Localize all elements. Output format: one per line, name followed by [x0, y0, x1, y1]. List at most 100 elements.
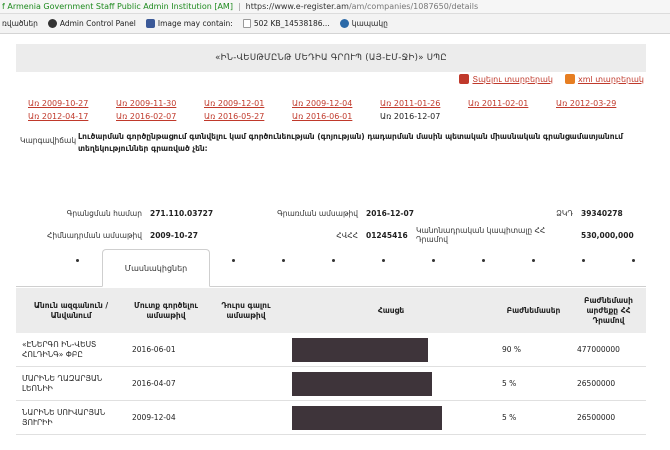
redacted-address: [292, 371, 432, 396]
tab-dot[interactable]: [332, 259, 335, 262]
date-link[interactable]: Առ 2012-04-17: [28, 112, 116, 121]
tab-participants[interactable]: Մասնակիցներ: [102, 249, 210, 287]
bookmark-label: 502 KB_14538186...: [253, 19, 330, 28]
status-label: Կարգավիճակ: [20, 136, 77, 145]
column-header: Դուրս գալու ամսաթիվ: [221, 300, 271, 320]
share-value: 477000000: [577, 344, 620, 354]
date-link[interactable]: Առ 2011-02-01: [468, 99, 556, 108]
date-link[interactable]: Առ 2012-03-29: [556, 99, 644, 108]
participant-name: «ԷՆԵՐԳՈ ԻՆ-ՎԵՍՏ ՀՈԼԴԻՆԳ» ՓԲԸ: [22, 339, 97, 359]
xml-version-link[interactable]: xml տարբերակ: [564, 74, 644, 84]
bookmark-label: կապակը: [351, 19, 388, 28]
tab-participants-label: Մասնակիցներ: [124, 263, 188, 273]
date-link[interactable]: Առ 2009-12-04: [292, 99, 380, 108]
redacted-address: [292, 337, 428, 362]
table-row: ՆԱՐԻՆԵ ՍՈՒՎԱՐՅԱՆ ՅՈՒՐԻԻ 2009-12-04 5 % 2…: [16, 401, 646, 435]
info-row: Հիմնադրման ամսաթիվ 2009-10-27 ՀՎՀՀ 01245…: [16, 224, 646, 246]
share-percent: 90 %: [502, 344, 522, 354]
tab-dot[interactable]: [532, 259, 535, 262]
date-link[interactable]: Առ 2009-12-01: [204, 99, 292, 108]
table-row: «ԷՆԵՐԳՈ ԻՆ-ՎԵՍՏ ՀՈԼԴԻՆԳ» ՓԲԸ 2016-06-01 …: [16, 333, 646, 367]
column-header: Անուն ազգանուն / Անվանում: [33, 300, 109, 320]
table-row: ՄԱՐԻՆԵ ՂԱԶԱՐՅԱՆ ԼԵՈՆԻԻ 2016-04-07 5 % 26…: [16, 367, 646, 401]
redacted-address: [292, 405, 442, 430]
participants-table: Անուն ազգանուն / Անվանում Մուտք գործելու…: [16, 288, 646, 435]
tax-code-value: 39340278: [581, 208, 623, 218]
bookmark-globe[interactable]: կապակը: [339, 19, 388, 28]
bookmark-label: Admin Control Panel: [59, 19, 136, 28]
column-header: Բաժնեմասեր: [506, 305, 561, 315]
participant-name: ՆԱՐԻՆԵ ՍՈՒՎԱՐՅԱՆ ՅՈՒՐԻԻ: [22, 407, 106, 427]
tab-dot[interactable]: [482, 259, 485, 262]
column-header: Մուտք գործելու ամսաթիվ: [134, 300, 198, 320]
address-cell: [286, 371, 496, 396]
status-value: Լուծարման գործընթացում գտնվելու կամ գործ…: [78, 132, 623, 153]
history-dates: Առ 2009-10-27 Առ 2009-11-30 Առ 2009-12-0…: [28, 97, 644, 123]
bookmarks-bar: ռվածներ Admin Control Panel Image may co…: [0, 14, 670, 34]
globe-icon: [339, 19, 349, 28]
address-separator: |: [237, 2, 241, 11]
founding-date-label: Հիմնադրման ամսաթիվ: [46, 230, 142, 240]
company-info-grid: Գրանցման համար 271.110.03727 Գրառման ամս…: [16, 202, 646, 246]
bookmark-file[interactable]: 502 KB_14538186...: [242, 19, 330, 28]
date-link[interactable]: Առ 2016-02-07: [116, 112, 204, 121]
site-identity[interactable]: f Armenia Government Staff Public Admin …: [0, 2, 233, 11]
share-percent: 5 %: [502, 378, 517, 388]
date-link[interactable]: Առ 2011-01-26: [380, 99, 468, 108]
status-section: Կարգավիճակ Լուծարման գործընթացում գտնվել…: [20, 131, 644, 155]
tab-dot[interactable]: [282, 259, 285, 262]
date-link[interactable]: Առ 2009-10-27: [28, 99, 116, 108]
reg-number-label: Գրանցման համար: [66, 208, 142, 218]
founding-date-value: 2009-10-27: [150, 230, 198, 240]
date-link[interactable]: Առ 2016-05-27: [204, 112, 292, 121]
tab-dot[interactable]: [76, 259, 79, 262]
current-date: Առ 2016-12-07: [380, 112, 441, 121]
tin-label: ՀՎՀՀ: [336, 230, 358, 240]
address-cell: [286, 405, 496, 430]
xml-version-label: xml տարբերակ: [577, 74, 644, 84]
download-options: Տպելու տարբերակ xml տարբերակ: [459, 74, 644, 84]
file-icon: [242, 19, 251, 28]
record-date-value: 2016-12-07: [366, 208, 414, 218]
print-version-link[interactable]: Տպելու տարբերակ: [459, 74, 553, 84]
capital-value: 530,000,000: [581, 230, 634, 240]
share-percent: 5 %: [502, 412, 517, 422]
column-header: Բաժնեմասի արժեքը ՀՀ Դրամով: [584, 295, 633, 325]
print-version-label: Տպելու տարբերակ: [472, 74, 553, 84]
url-text[interactable]: https://www.e-register.am/am/companies/1…: [246, 2, 479, 11]
url-host: https://www.e-register.am: [245, 2, 349, 11]
bookmark-folder[interactable]: ռվածներ: [2, 19, 38, 28]
entry-date: 2009-12-04: [132, 412, 176, 422]
reg-number-value: 271.110.03727: [150, 208, 214, 218]
tab-dot[interactable]: [582, 259, 585, 262]
record-date-label: Գրառման ամսաթիվ: [277, 208, 358, 218]
address-bar[interactable]: f Armenia Government Staff Public Admin …: [0, 0, 670, 14]
section-tabs: Մասնակիցներ: [16, 249, 646, 287]
tab-dot[interactable]: [432, 259, 435, 262]
table-header: Անուն ազգանուն / Անվանում Մուտք գործելու…: [16, 288, 646, 333]
tax-code-label: ՁԿԴ: [556, 208, 573, 218]
bookmark-label: Image may contain:: [157, 19, 233, 28]
entry-date: 2016-04-07: [132, 378, 176, 388]
address-cell: [286, 337, 496, 362]
company-title: «ԻՆ-ՎԵՍԹՄԸՆԹ ՄԵԴԻԱ ԳՐՈՒՊ (ԱՅ-ԷՄ-ՋԻ)» ՍՊԸ: [215, 53, 447, 63]
date-link[interactable]: Առ 2016-06-01: [292, 112, 380, 121]
dates-row: Առ 2009-10-27 Առ 2009-11-30 Առ 2009-12-0…: [28, 97, 644, 110]
entry-date: 2016-06-01: [132, 344, 176, 354]
dates-row: Առ 2012-04-17 Առ 2016-02-07 Առ 2016-05-2…: [28, 110, 644, 123]
company-details-page: «ԻՆ-ՎԵՍԹՄԸՆԹ ՄԵԴԻԱ ԳՐՈՒՊ (ԱՅ-ԷՄ-ՋԻ)» ՍՊԸ…: [16, 34, 646, 450]
tab-dot[interactable]: [382, 259, 385, 262]
tab-dot[interactable]: [632, 259, 635, 262]
printer-icon: [459, 74, 470, 84]
url-path: /am/companies/1087650/details: [348, 2, 479, 11]
participant-name: ՄԱՐԻՆԵ ՂԱԶԱՐՅԱՆ ԼԵՈՆԻԻ: [22, 373, 103, 393]
date-link[interactable]: Առ 2009-11-30: [116, 99, 204, 108]
bookmark-facebook-image[interactable]: Image may contain:: [145, 19, 233, 28]
tin-value: 01245416: [366, 230, 408, 240]
facebook-icon: [145, 19, 155, 28]
capital-label: Կանոնադրական կապիտալը ՀՀ Դրամով: [416, 226, 546, 244]
company-title-bar: «ԻՆ-ՎԵՍԹՄԸՆԹ ՄԵԴԻԱ ԳՐՈՒՊ (ԱՅ-ԷՄ-ՋԻ)» ՍՊԸ: [16, 44, 646, 72]
tab-dot[interactable]: [232, 259, 235, 262]
bookmark-admin-control-panel[interactable]: Admin Control Panel: [47, 19, 136, 28]
bookmark-label: ռվածներ: [2, 19, 38, 28]
